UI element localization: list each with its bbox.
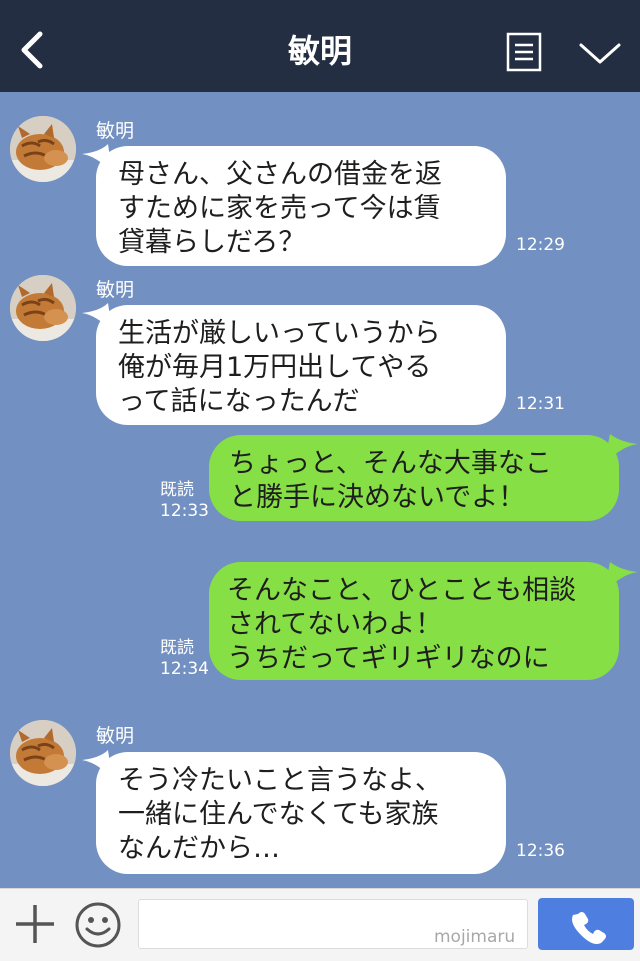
read-status: 既読 12:33 [160, 480, 209, 522]
chat-area[interactable]: 敏明 母さん、父さんの借金を返 すために家を売って今は賃 貸暮らしだろ？ 12:… [0, 92, 640, 888]
message-input-bar: mojimaru [0, 888, 640, 961]
call-button[interactable] [538, 898, 634, 950]
message-bubble[interactable]: そんなこと、ひとことも相談 されてないわよ！ うちだってギリギリなのに [209, 562, 619, 680]
message-time: 12:31 [516, 394, 565, 414]
bubble-tail [604, 434, 638, 464]
chevron-down-icon[interactable] [578, 40, 622, 68]
message-bubble[interactable]: 生活が厳しいっていうから 俺が毎月1万円出してやる って話になったんだ [96, 305, 506, 425]
message-time: 12:34 [160, 659, 209, 679]
avatar[interactable] [10, 116, 76, 182]
message-bubble[interactable]: 母さん、父さんの借金を返 すために家を売って今は賃 貸暮らしだろ？ [96, 146, 506, 266]
message-time: 12:29 [516, 235, 565, 255]
chat-header: 敏明 [0, 0, 640, 92]
cat-avatar-icon [10, 720, 76, 786]
message-bubble[interactable]: そう冷たいこと言うなよ、 一緒に住んでなくても家族 なんだから… [96, 752, 506, 874]
phone-icon [572, 912, 606, 944]
chat-title: 敏明 [287, 32, 352, 70]
message-bubble[interactable]: ちょっと、そんな大事なこ と勝手に決めないでよ！ [209, 435, 619, 521]
read-status: 既読 12:34 [160, 638, 209, 680]
message-time: 12:36 [516, 841, 565, 861]
watermark: mojimaru [434, 927, 516, 947]
read-label: 既読 [160, 638, 194, 658]
read-label: 既読 [160, 480, 194, 500]
sender-name: 敏明 [96, 725, 135, 747]
avatar[interactable] [10, 275, 76, 341]
plus-icon[interactable] [14, 903, 56, 945]
avatar[interactable] [10, 720, 76, 786]
sender-name: 敏明 [96, 120, 135, 142]
sender-name: 敏明 [96, 279, 135, 301]
message-time: 12:33 [160, 501, 209, 521]
cat-avatar-icon [10, 275, 76, 341]
smiley-icon[interactable] [74, 901, 122, 949]
notes-icon[interactable] [506, 32, 542, 72]
bubble-tail [604, 562, 638, 592]
cat-avatar-icon [10, 116, 76, 182]
